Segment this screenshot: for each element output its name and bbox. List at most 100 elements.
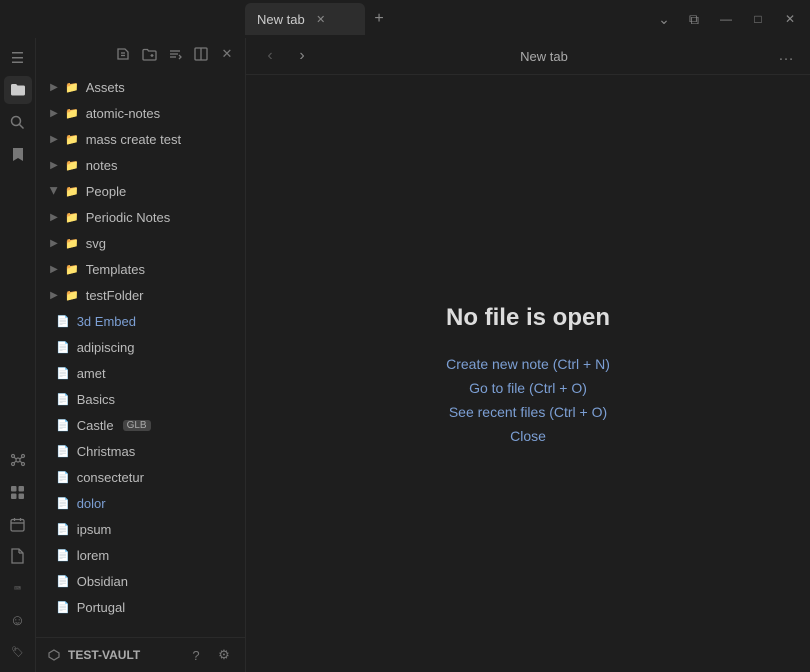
tree-item-castle[interactable]: 📄CastleGLB [36,412,245,438]
sidebar-toggle-icon[interactable]: ☰ [4,44,32,72]
tree-item-label: notes [86,158,118,173]
file-icon: 📄 [56,419,70,432]
title-bar-tabs: New tab ✕ + [245,0,644,38]
sidebar-footer: TEST-VAULT ? ⚙ [36,637,245,672]
go-to-file-link[interactable]: Go to file (Ctrl + O) [469,380,587,396]
settings-button[interactable]: ⚙ [213,644,235,666]
tree-item-templates[interactable]: ▶ 📁 Templates [36,256,245,282]
folder-icon: 📁 [65,185,79,198]
file-icon: 📄 [56,575,70,588]
content-header: ‹ › New tab … [246,38,810,75]
tree-item-notes[interactable]: ▶📁notes [36,152,245,178]
chevron-icon: ▶ [48,81,60,93]
maximize-btn[interactable]: □ [746,7,770,31]
folder-icon: 📁 [65,159,79,172]
tree-item-label: mass create test [86,132,181,147]
tree-item-ipsum[interactable]: 📄ipsum [36,516,245,542]
minimize-btn[interactable]: — [714,7,738,31]
tree-item-atomic-notes[interactable]: ▶📁atomic-notes [36,100,245,126]
percent-icon[interactable]: 🏷 [4,638,32,666]
tree-item-basics[interactable]: 📄Basics [36,386,245,412]
tree-item-dolor[interactable]: 📄 dolor [36,490,245,516]
graph-icon[interactable] [4,446,32,474]
tree-item-periodic-notes[interactable]: ▶📁Periodic Notes [36,204,245,230]
folder-icon: 📁 [65,211,79,224]
search-icon[interactable] [4,108,32,136]
tree-item-obsidian[interactable]: 📄 Obsidian [36,568,245,594]
tab-close-icon[interactable]: ✕ [313,11,329,27]
chevron-down-btn[interactable]: ⌄ [652,7,676,31]
tree-item-label: Basics [77,392,115,407]
sidebar: ✕ ▶📁Assets▶📁atomic-notes▶📁mass create te… [36,38,246,672]
tab-label: New tab [257,12,305,27]
tree-item-label: Assets [86,80,125,95]
collapse-button[interactable]: ✕ [215,42,239,66]
back-button[interactable]: ‹ [258,44,282,68]
create-new-note-link[interactable]: Create new note (Ctrl + N) [446,356,610,372]
tree-item-label: Obsidian [77,574,128,589]
forward-button[interactable]: › [290,44,314,68]
tree-item-consectetur[interactable]: 📄consectetur [36,464,245,490]
folder-icon: 📁 [65,237,79,250]
sidebar-toolbar: ✕ [36,38,245,70]
tree-item-label: Christmas [77,444,136,459]
tree-item-adipiscing[interactable]: 📄adipiscing [36,334,245,360]
chevron-icon: ▶ [48,289,60,301]
no-file-title: No file is open [446,304,610,332]
tree-item-label: 3d Embed [77,314,136,329]
file-icon: 📄 [56,367,70,380]
new-note-button[interactable] [111,42,135,66]
see-recent-files-link[interactable]: See recent files (Ctrl + O) [449,404,607,420]
tree-item-portugal[interactable]: 📄Portugal [36,594,245,620]
tree-item-lorem[interactable]: 📄 lorem [36,542,245,568]
content-title: New tab [322,49,766,64]
files-icon[interactable] [4,542,32,570]
no-file-panel: No file is open Create new note (Ctrl + … [246,75,810,672]
active-tab[interactable]: New tab ✕ [245,3,365,35]
chevron-icon: ▶ [48,237,60,249]
more-button[interactable]: … [774,44,798,68]
close-link[interactable]: Close [510,428,546,444]
help-button[interactable]: ? [185,644,207,666]
tree-item-christmas[interactable]: 📄 Christmas [36,438,245,464]
tree-item-3d-embed[interactable]: 📄3d Embed [36,308,245,334]
tree-item-label: dolor [77,496,106,511]
new-tab-button[interactable]: + [365,5,393,33]
tree-item-label: People [86,184,126,199]
layout-btn[interactable]: ⧉ [682,7,706,31]
folder-icon: 📁 [65,289,79,302]
tree-item-label: lorem [77,548,110,563]
bookmark-icon[interactable] [4,140,32,168]
chevron-icon: ▶ [48,185,60,197]
tree-item-mass-create-test[interactable]: ▶📁mass create test [36,126,245,152]
main-body: ☰ [0,38,810,672]
file-icon: 📄 [56,445,70,458]
terminal-icon[interactable]: ⌨ [4,574,32,602]
split-button[interactable] [189,42,213,66]
calendar-icon[interactable] [4,510,32,538]
folder-icon: 📁 [65,133,79,146]
file-icon: 📄 [56,471,70,484]
tree-item-svg[interactable]: ▶📁svg [36,230,245,256]
tree-item-testfolder[interactable]: ▶📁testFolder [36,282,245,308]
tree-item-label: Castle [77,418,114,433]
chevron-icon: ▶ [48,263,60,275]
tree-item-assets[interactable]: ▶ 📁 Assets [36,74,245,100]
emoji-icon[interactable]: ☺ [4,606,32,634]
tree-item-people[interactable]: ▶ 📁 People [36,178,245,204]
file-icon: 📄 [56,497,70,510]
tree-item-label: atomic-notes [86,106,160,121]
folder-icon[interactable] [4,76,32,104]
title-bar: New tab ✕ + ⌄ ⧉ — □ ✕ [0,0,810,38]
tree-item-label: Periodic Notes [86,210,171,225]
blocks-icon[interactable] [4,478,32,506]
file-icon: 📄 [56,549,70,562]
folder-icon: 📁 [65,263,79,276]
new-folder-button[interactable] [137,42,161,66]
tree-item-amet[interactable]: 📄amet [36,360,245,386]
folder-icon: 📁 [65,81,79,94]
sort-button[interactable] [163,42,187,66]
tree-item-label: Templates [86,262,145,277]
close-btn[interactable]: ✕ [778,7,802,31]
file-icon: 📄 [56,601,70,614]
